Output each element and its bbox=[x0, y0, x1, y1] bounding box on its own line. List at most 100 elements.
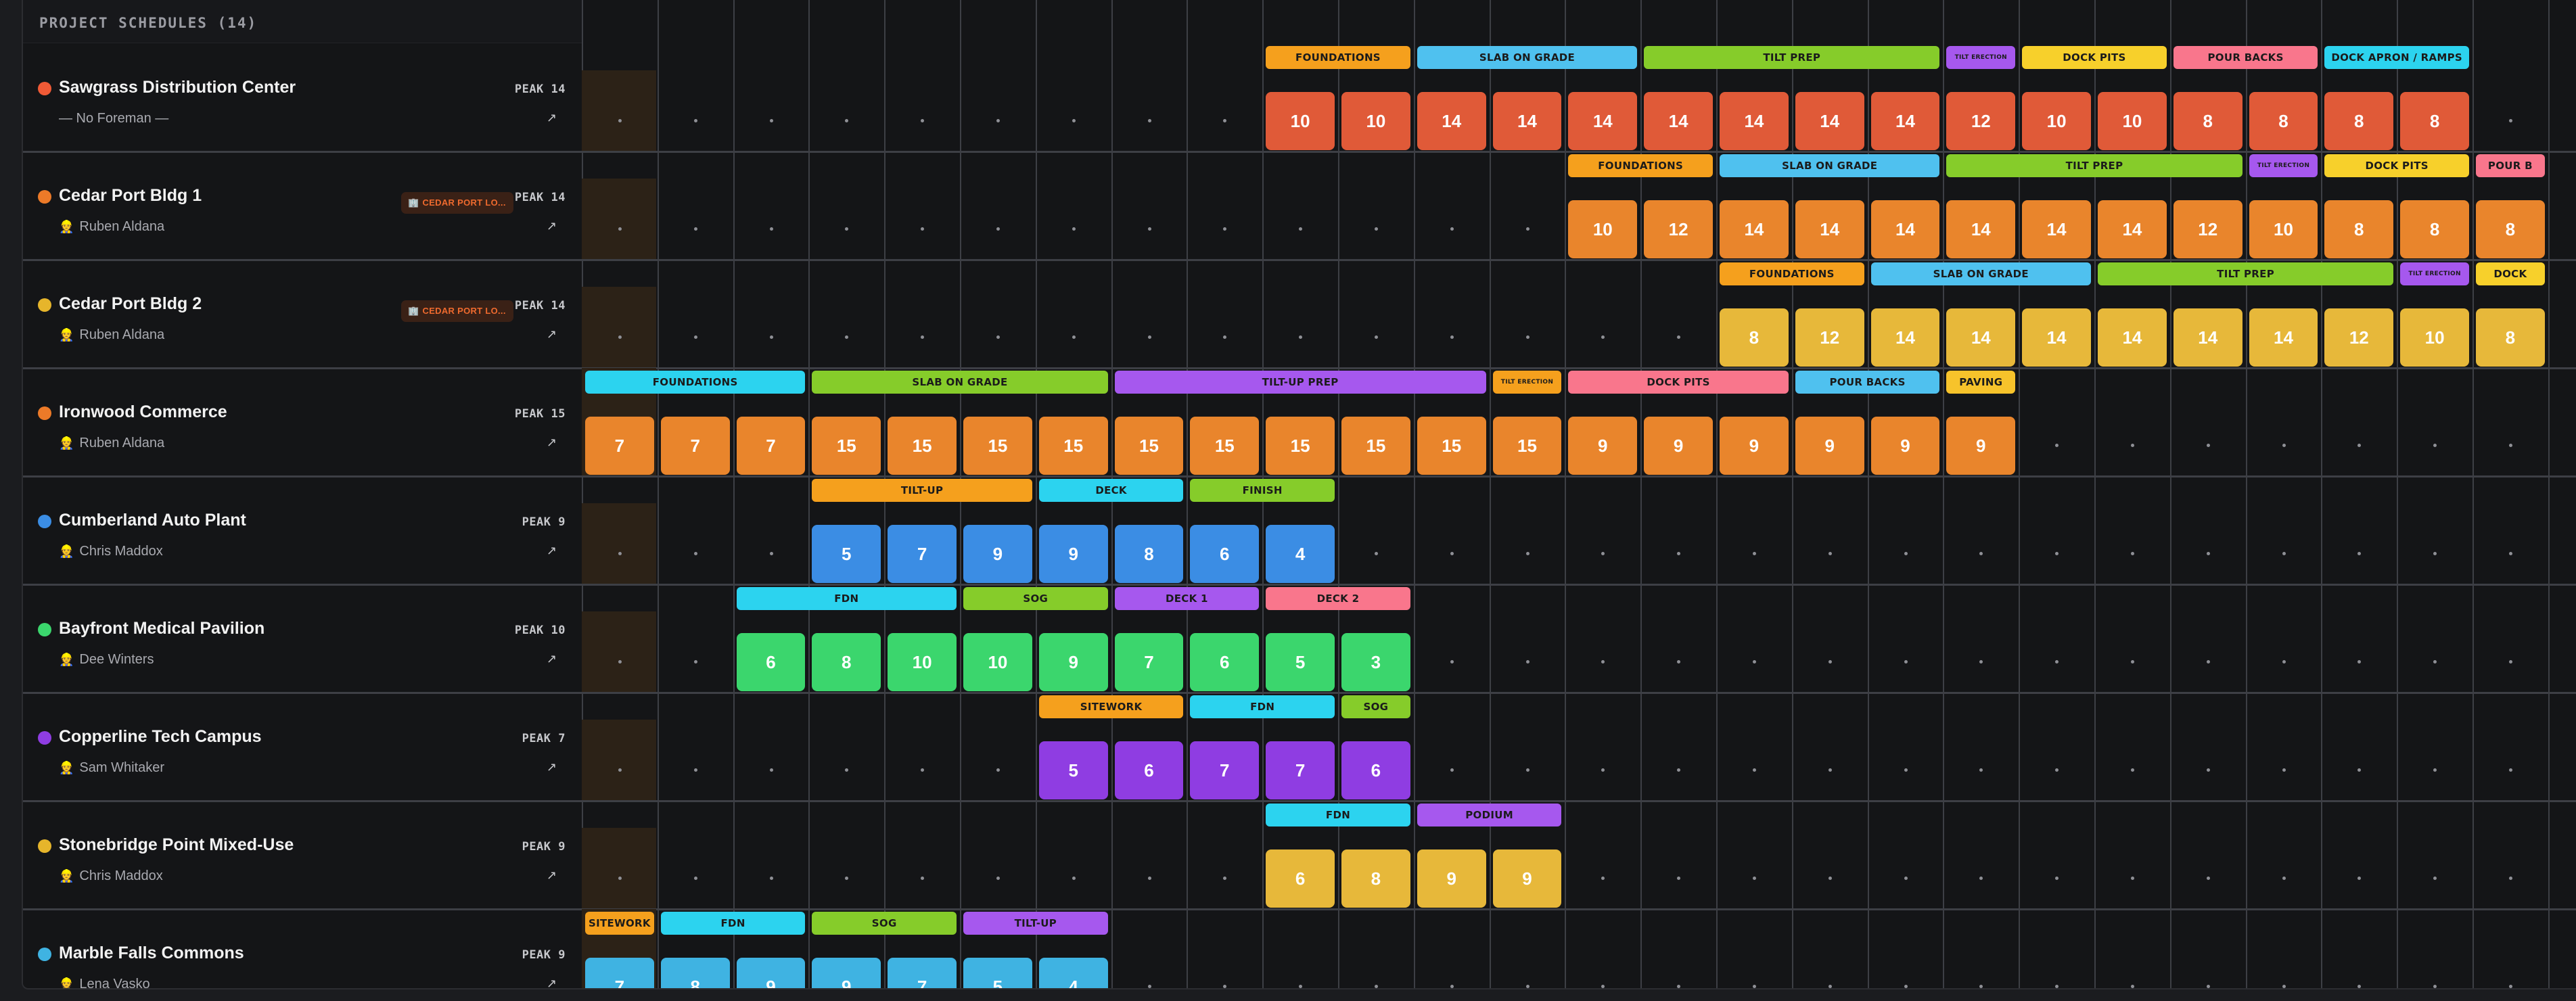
crew-count-cell[interactable]: 14 bbox=[1870, 92, 1940, 150]
crew-count-cell[interactable]: 14 bbox=[2249, 308, 2318, 367]
phase-bar[interactable]: SLAB ON GRADE bbox=[1870, 262, 2091, 285]
project-row[interactable]: Ironwood Commerce 👷 Ruben Aldana PEAK 15 ↗ 7 7… bbox=[23, 368, 2576, 478]
crew-count-cell[interactable]: 9 bbox=[1568, 417, 1638, 475]
phase-bar[interactable]: SOG bbox=[812, 912, 957, 935]
crew-count-cell[interactable]: 9 bbox=[1038, 633, 1108, 691]
crew-count-cell[interactable]: 5 bbox=[963, 958, 1032, 988]
crew-count-cell[interactable]: 14 bbox=[1870, 308, 1940, 367]
phase-bar[interactable]: DECK 2 bbox=[1266, 587, 1410, 610]
crew-count-cell[interactable]: 10 bbox=[2249, 200, 2318, 258]
crew-count-cell[interactable]: 6 bbox=[1266, 849, 1335, 908]
project-row[interactable]: Sawgrass Distribution Center — No Foreman… bbox=[23, 43, 2576, 153]
crew-count-cell[interactable]: 8 bbox=[1114, 525, 1184, 583]
crew-count-cell[interactable]: 8 bbox=[2324, 92, 2394, 150]
phase-bar[interactable]: DOCK PITS bbox=[2324, 154, 2469, 177]
crew-count-cell[interactable]: 8 bbox=[2400, 92, 2469, 150]
project-row[interactable]: Cumberland Auto Plant 👷 Chris Maddox PEAK 9… bbox=[23, 476, 2576, 586]
crew-count-cell[interactable]: 10 bbox=[963, 633, 1032, 691]
location-badge[interactable]: 🏢 CEDAR PORT LO... bbox=[401, 300, 513, 322]
crew-count-cell[interactable]: 14 bbox=[1870, 200, 1940, 258]
crew-count-cell[interactable]: 8 bbox=[1341, 849, 1410, 908]
crew-count-cell[interactable]: 12 bbox=[2324, 308, 2394, 367]
crew-count-cell[interactable]: 7 bbox=[585, 958, 654, 988]
crew-count-cell[interactable]: 15 bbox=[1190, 417, 1260, 475]
phase-bar[interactable]: FOUNDATIONS bbox=[1568, 154, 1713, 177]
phase-bar[interactable]: TILT ERECTION bbox=[1492, 371, 1562, 394]
phase-bar[interactable]: TILT PREP bbox=[1946, 154, 2242, 177]
crew-count-cell[interactable]: 5 bbox=[1266, 633, 1335, 691]
crew-count-cell[interactable]: 8 bbox=[2476, 200, 2545, 258]
crew-count-cell[interactable]: 14 bbox=[1795, 92, 1864, 150]
phase-bar[interactable]: SLAB ON GRADE bbox=[812, 371, 1108, 394]
crew-count-cell[interactable]: 9 bbox=[736, 958, 806, 988]
phase-bar[interactable]: FOUNDATIONS bbox=[585, 371, 806, 394]
crew-count-cell[interactable]: 14 bbox=[1720, 92, 1789, 150]
crew-count-cell[interactable]: 10 bbox=[888, 633, 957, 691]
project-row[interactable]: Cedar Port Bldg 2 👷 Ruben Aldana 🏢 CEDAR POR… bbox=[23, 260, 2576, 369]
crew-count-cell[interactable]: 9 bbox=[1644, 417, 1713, 475]
crew-count-cell[interactable]: 10 bbox=[1568, 200, 1638, 258]
crew-count-cell[interactable]: 9 bbox=[1795, 417, 1864, 475]
phase-bar[interactable]: SITEWORK bbox=[585, 912, 654, 935]
crew-count-cell[interactable]: 9 bbox=[1720, 417, 1789, 475]
phase-bar[interactable]: SLAB ON GRADE bbox=[1720, 154, 1940, 177]
project-row[interactable]: Bayfront Medical Pavilion 👷 Dee Winters PEA… bbox=[23, 584, 2576, 694]
crew-count-cell[interactable]: 5 bbox=[812, 525, 881, 583]
crew-count-cell[interactable]: 8 bbox=[660, 958, 730, 988]
crew-count-cell[interactable]: 15 bbox=[963, 417, 1032, 475]
crew-count-cell[interactable]: 6 bbox=[1190, 525, 1260, 583]
phase-bar[interactable]: TILT ERECTION bbox=[2249, 154, 2318, 177]
crew-count-cell[interactable]: 9 bbox=[1038, 525, 1108, 583]
phase-bar[interactable]: TILT ERECTION bbox=[1946, 46, 2016, 69]
phase-bar[interactable]: POUR BACKS bbox=[2173, 46, 2318, 69]
crew-count-cell[interactable]: 4 bbox=[1038, 958, 1108, 988]
crew-count-cell[interactable]: 10 bbox=[1341, 92, 1410, 150]
crew-count-cell[interactable]: 8 bbox=[812, 633, 881, 691]
project-name[interactable]: Copperline Tech Campus bbox=[59, 727, 262, 747]
project-row[interactable]: Stonebridge Point Mixed-Use 👷 Chris Maddox… bbox=[23, 801, 2576, 910]
project-name[interactable]: Sawgrass Distribution Center bbox=[59, 78, 296, 97]
crew-count-cell[interactable]: 6 bbox=[1341, 741, 1410, 799]
crew-count-cell[interactable]: 12 bbox=[1644, 200, 1713, 258]
crew-count-cell[interactable]: 15 bbox=[1417, 417, 1486, 475]
crew-count-cell[interactable]: 9 bbox=[1417, 849, 1486, 908]
crew-count-cell[interactable]: 10 bbox=[2022, 92, 2091, 150]
crew-count-cell[interactable]: 7 bbox=[660, 417, 730, 475]
project-name[interactable]: Stonebridge Point Mixed-Use bbox=[59, 835, 294, 855]
phase-bar[interactable]: POUR B bbox=[2476, 154, 2545, 177]
crew-count-cell[interactable]: 8 bbox=[2249, 92, 2318, 150]
crew-count-cell[interactable]: 9 bbox=[1946, 417, 2016, 475]
project-row[interactable]: Marble Falls Commons 👷 Lena Vasko PEAK 9 ↗ 7 8… bbox=[23, 909, 2576, 988]
phase-bar[interactable]: DOCK APRON / RAMPS bbox=[2324, 46, 2469, 69]
crew-count-cell[interactable]: 8 bbox=[2324, 200, 2394, 258]
phase-bar[interactable]: PODIUM bbox=[1417, 804, 1562, 827]
crew-count-cell[interactable]: 15 bbox=[812, 417, 881, 475]
phase-bar[interactable]: TILT-UP bbox=[963, 912, 1108, 935]
crew-count-cell[interactable]: 15 bbox=[888, 417, 957, 475]
phase-bar[interactable]: DECK bbox=[1038, 479, 1184, 502]
crew-count-cell[interactable]: 14 bbox=[1568, 92, 1638, 150]
phase-bar[interactable]: FINISH bbox=[1190, 479, 1335, 502]
phase-bar[interactable]: TILT-UP bbox=[812, 479, 1032, 502]
phase-bar[interactable]: SITEWORK bbox=[1038, 695, 1184, 718]
crew-count-cell[interactable]: 14 bbox=[1946, 200, 2016, 258]
crew-count-cell[interactable]: 15 bbox=[1266, 417, 1335, 475]
project-name[interactable]: Bayfront Medical Pavilion bbox=[59, 619, 264, 638]
phase-bar[interactable]: FDN bbox=[736, 587, 957, 610]
crew-count-cell[interactable]: 15 bbox=[1114, 417, 1184, 475]
project-row[interactable]: Cedar Port Bldg 1 👷 Ruben Aldana 🏢 CEDAR POR… bbox=[23, 152, 2576, 261]
crew-count-cell[interactable]: 7 bbox=[736, 417, 806, 475]
crew-count-cell[interactable]: 14 bbox=[1795, 200, 1864, 258]
project-name[interactable]: Cumberland Auto Plant bbox=[59, 511, 246, 530]
phase-bar[interactable]: SOG bbox=[963, 587, 1108, 610]
crew-count-cell[interactable]: 10 bbox=[2098, 92, 2167, 150]
phase-bar[interactable]: TILT PREP bbox=[2098, 262, 2394, 285]
crew-count-cell[interactable]: 7 bbox=[888, 958, 957, 988]
crew-count-cell[interactable]: 15 bbox=[1038, 417, 1108, 475]
phase-bar[interactable]: SOG bbox=[1341, 695, 1410, 718]
crew-count-cell[interactable]: 14 bbox=[2098, 200, 2167, 258]
crew-count-cell[interactable]: 10 bbox=[1266, 92, 1335, 150]
location-badge[interactable]: 🏢 CEDAR PORT LO... bbox=[401, 192, 513, 214]
crew-count-cell[interactable]: 7 bbox=[1114, 633, 1184, 691]
project-name[interactable]: Marble Falls Commons bbox=[59, 944, 244, 963]
